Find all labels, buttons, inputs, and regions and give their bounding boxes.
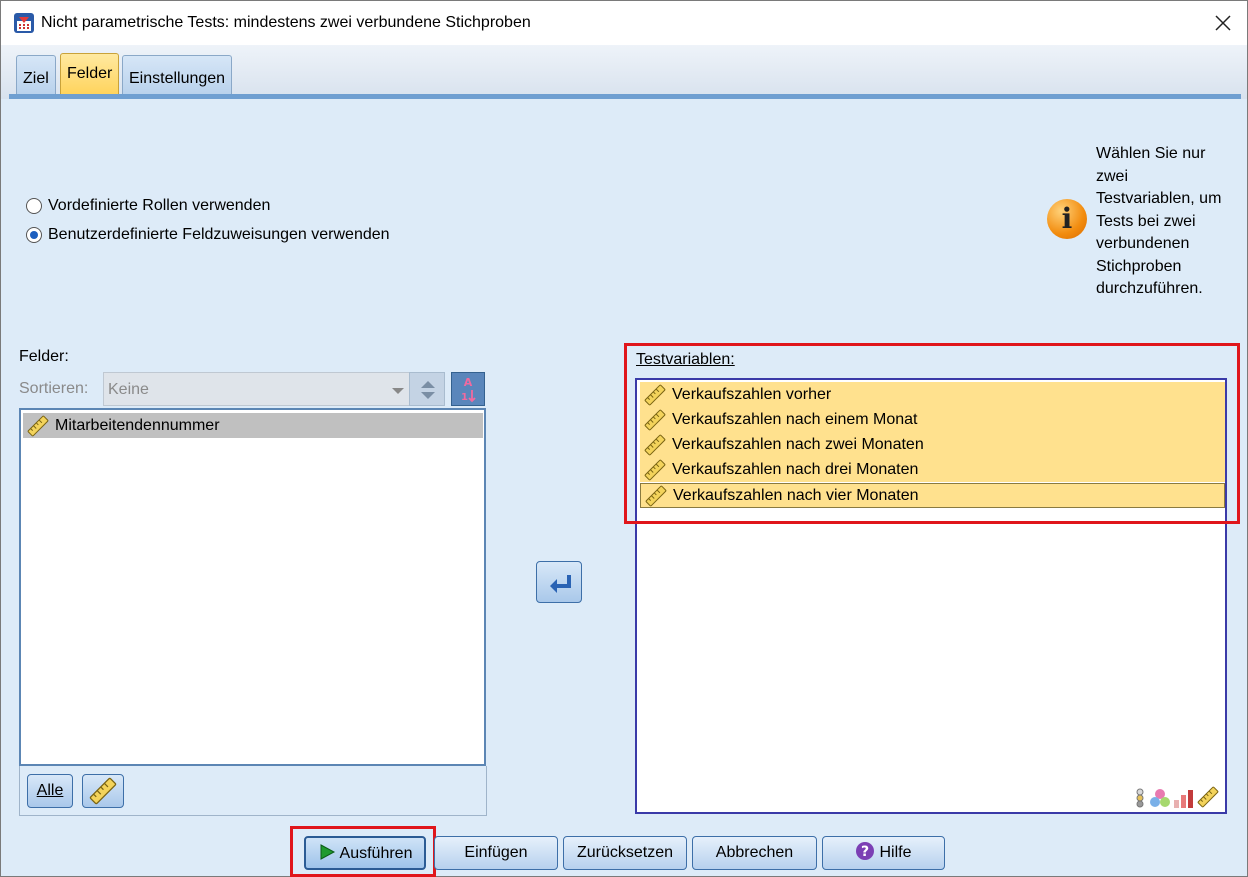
- all-button[interactable]: Alle: [27, 774, 73, 808]
- title-bar: Nicht parametrische Tests: mindestens zw…: [1, 1, 1247, 45]
- up-down-arrows-icon: [421, 381, 435, 399]
- tab-ziel[interactable]: Ziel: [16, 55, 56, 94]
- az-sort-icon: A 1: [461, 376, 476, 403]
- scale-filter-button[interactable]: [82, 774, 124, 808]
- scale-ruler-icon: [89, 777, 117, 805]
- info-line: Testvariablen, um: [1096, 190, 1222, 207]
- close-icon[interactable]: [1211, 11, 1235, 35]
- help-button-label: Hilfe: [879, 844, 912, 861]
- radio-predefined-label: Vordefinierte Rollen verwenden: [48, 197, 271, 214]
- arrow-back-icon: [550, 575, 571, 593]
- svg-text:1: 1: [461, 392, 468, 403]
- fields-list[interactable]: Mitarbeitendennummer: [19, 408, 486, 766]
- sort-row: Sortieren: Keine A 1: [19, 372, 487, 406]
- tab-einstellungen[interactable]: Einstellungen: [122, 55, 233, 94]
- info-line: verbundenen: [1096, 235, 1190, 252]
- svg-text:?: ?: [861, 844, 869, 860]
- radio-custom-assignments[interactable]: Benutzerdefinierte Feldzuweisungen verwe…: [26, 226, 390, 244]
- info-line: durchzuführen.: [1096, 280, 1203, 297]
- info-line: Stichproben: [1096, 257, 1182, 275]
- dialog-window: Nicht parametrische Tests: mindestens zw…: [0, 0, 1248, 877]
- info-line: zwei: [1096, 167, 1129, 185]
- scale-ruler-icon: [1197, 786, 1219, 808]
- paste-button[interactable]: Einfügen: [434, 836, 558, 870]
- sort-order-icon[interactable]: [409, 372, 445, 406]
- reset-button[interactable]: Zurücksetzen: [563, 836, 687, 870]
- move-variable-button[interactable]: [536, 561, 582, 603]
- field-name: Mitarbeitendennummer: [55, 416, 220, 434]
- nominal-circles-icon: [1150, 789, 1170, 807]
- info-line: Tests bei zwei: [1096, 212, 1196, 230]
- fields-label: Felder:: [19, 348, 69, 365]
- scale-ruler-icon: [27, 415, 49, 436]
- tab-strip: Ziel Felder Einstellungen: [1, 45, 1247, 99]
- info-line: Wählen Sie nur: [1096, 145, 1206, 162]
- info-message: Wählen Sie nur zwei Testvariablen, um Te…: [1096, 143, 1241, 301]
- tab-felder[interactable]: Felder: [60, 53, 120, 96]
- cancel-button[interactable]: Abbrechen: [692, 836, 817, 870]
- spss-app-icon: [14, 13, 34, 33]
- allowed-types-icons: [1133, 786, 1219, 808]
- info-icon: i: [1047, 199, 1087, 239]
- run-button[interactable]: Ausführen: [304, 836, 426, 870]
- run-button-label: Ausführen: [339, 845, 413, 862]
- play-icon: [320, 844, 335, 860]
- sort-dropdown[interactable]: Keine: [103, 372, 415, 406]
- sort-alphabetical-icon[interactable]: A 1: [451, 372, 485, 406]
- radio-predefined-roles[interactable]: Vordefinierte Rollen verwenden: [26, 197, 270, 215]
- radio-custom-label: Benutzerdefinierte Feldzuweisungen verwe…: [48, 226, 390, 243]
- annotation-highlight-box: [624, 343, 1240, 524]
- sort-value: Keine: [108, 381, 149, 398]
- all-button-label: Alle: [36, 782, 64, 799]
- help-icon: ?: [856, 842, 875, 860]
- chevron-down-icon: [392, 388, 404, 394]
- radio-button-selected[interactable]: [26, 227, 42, 243]
- list-item[interactable]: Mitarbeitendennummer: [23, 413, 483, 438]
- window-title: Nicht parametrische Tests: mindestens zw…: [41, 14, 531, 31]
- svg-text:A: A: [464, 376, 473, 389]
- ordinal-bars-icon: [1136, 788, 1144, 808]
- bar-chart-icon: [1174, 790, 1193, 808]
- radio-button[interactable]: [26, 198, 42, 214]
- help-button[interactable]: ? Hilfe: [822, 836, 945, 870]
- fields-footer: Alle: [19, 766, 487, 816]
- sort-label: Sortieren:: [19, 380, 89, 397]
- tab-underline: [9, 94, 1241, 99]
